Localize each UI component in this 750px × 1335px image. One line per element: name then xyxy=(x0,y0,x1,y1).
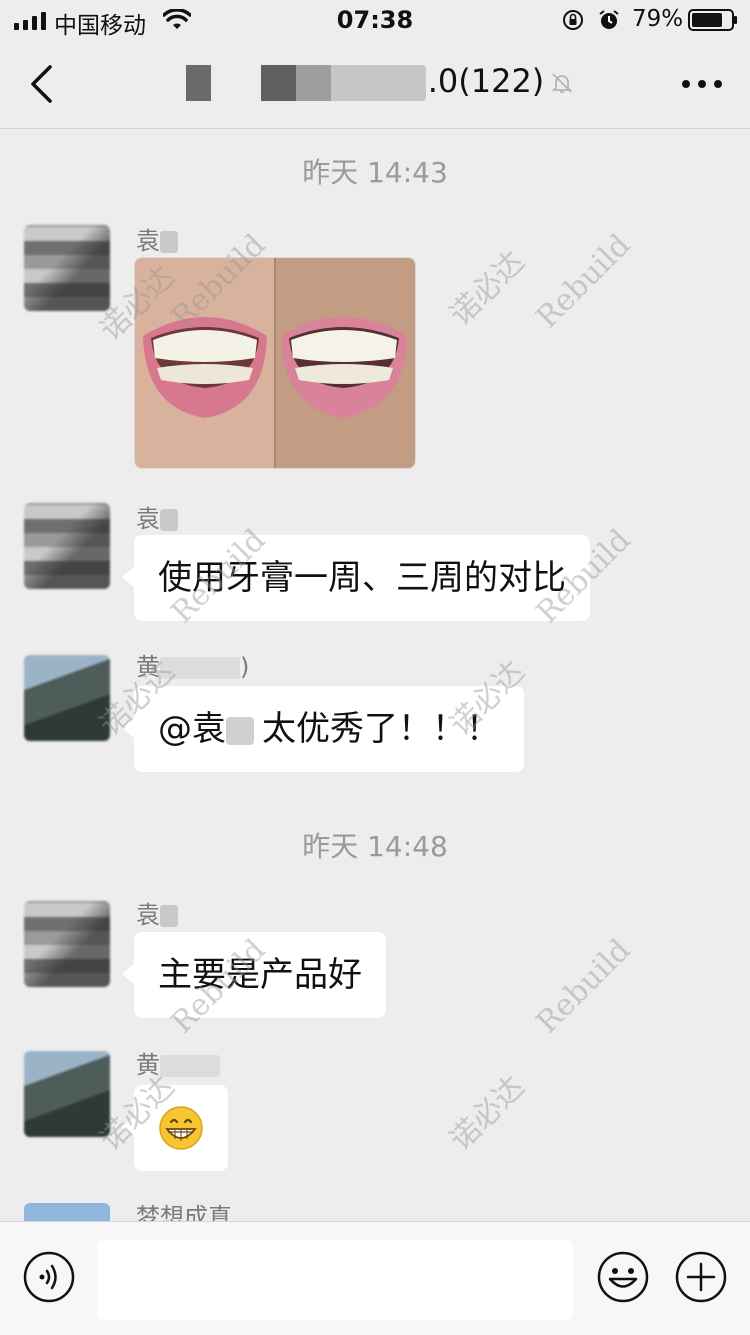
avatar[interactable] xyxy=(24,503,110,589)
timestamp: 昨天 14:43 xyxy=(302,156,448,189)
sender-name: 袁 xyxy=(136,499,178,534)
message-list[interactable]: 昨天 14:43 袁 袁 使用牙膏一周、三周的对比 黄) @袁 太优秀了！！！ 昨… xyxy=(0,129,750,1221)
input-bar xyxy=(0,1221,750,1335)
avatar[interactable] xyxy=(24,225,110,311)
mention-redacted xyxy=(226,716,254,745)
image-message[interactable] xyxy=(134,257,416,469)
battery-percent: 79% xyxy=(632,6,684,32)
text-message[interactable]: @袁 太优秀了！！！ xyxy=(122,686,524,772)
grinning-face-emoji xyxy=(159,1106,203,1150)
sender-name: 梦想成真 xyxy=(136,1203,232,1221)
avatar[interactable] xyxy=(24,901,110,987)
timestamp: 昨天 14:48 xyxy=(302,830,448,863)
text-message[interactable]: 主要是产品好 xyxy=(122,932,386,1018)
mention: @袁 xyxy=(158,709,226,749)
status-bar: 中国移动 07:38 79% xyxy=(0,0,750,40)
sender-name: 袁 xyxy=(136,895,178,930)
more-dots-icon[interactable] xyxy=(680,74,724,94)
teeth-comparison-photo xyxy=(135,258,415,468)
rotation-lock-icon xyxy=(563,10,583,30)
sender-name: 袁 xyxy=(136,221,178,256)
emoji-icon[interactable] xyxy=(596,1250,650,1304)
emoji-message[interactable] xyxy=(122,1085,228,1171)
message-input[interactable] xyxy=(97,1240,573,1320)
watermark: 诺必达 xyxy=(443,1069,532,1158)
alarm-icon xyxy=(599,10,619,29)
title-redacted xyxy=(175,65,426,101)
message-body: 太优秀了！！！ xyxy=(262,709,500,749)
text-message[interactable]: 使用牙膏一周、三周的对比 xyxy=(122,535,590,621)
sender-name: 黄) xyxy=(136,653,250,681)
bell-muted-icon xyxy=(552,73,573,93)
watermark: 诺必达 xyxy=(443,244,532,333)
chat-header: .0(122) xyxy=(0,40,750,129)
chat-title: .0(122) xyxy=(0,62,750,101)
voice-icon[interactable] xyxy=(22,1250,76,1304)
avatar[interactable] xyxy=(24,655,110,741)
watermark: Rebuild xyxy=(529,932,638,1041)
avatar[interactable] xyxy=(24,1203,110,1221)
plus-icon[interactable] xyxy=(674,1250,728,1304)
avatar[interactable] xyxy=(24,1051,110,1137)
sender-name: 黄 xyxy=(136,1045,220,1080)
title-suffix: .0(122) xyxy=(427,62,545,100)
watermark: Rebuild xyxy=(529,227,638,336)
battery-icon xyxy=(688,9,737,31)
